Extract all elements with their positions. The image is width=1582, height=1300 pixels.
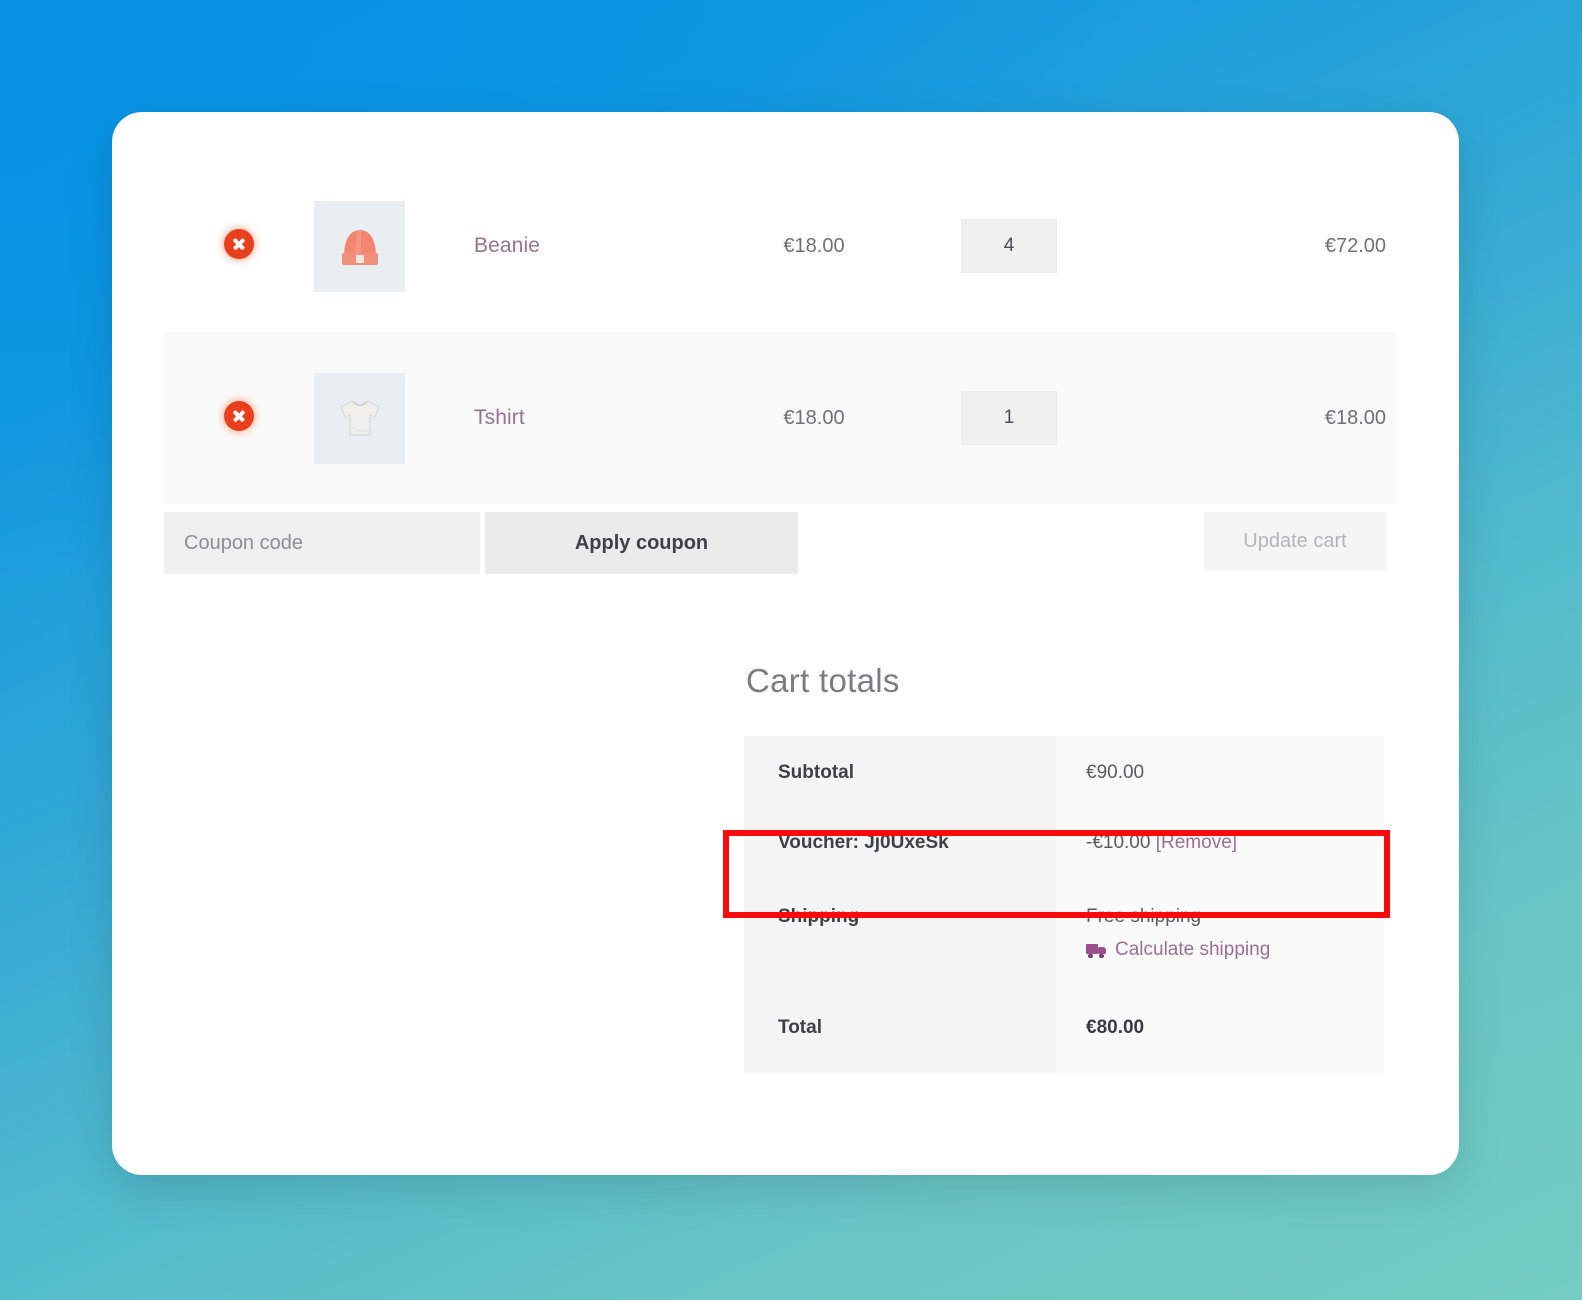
shipping-method: Free shipping — [1086, 906, 1202, 927]
voucher-row: Voucher: Jj0UxeSk -€10.00 [Remove] — [744, 806, 1384, 880]
total-label: Total — [744, 987, 1056, 1073]
shipping-row: Shipping Free shipping Calculate shippin… — [744, 880, 1384, 987]
remove-voucher-link[interactable]: [Remove] — [1156, 832, 1237, 853]
tshirt-thumbnail[interactable] — [314, 372, 405, 464]
quantity-cell: 4 — [904, 160, 1114, 332]
thumbnail-cell — [314, 160, 474, 332]
product-link[interactable]: Tshirt — [474, 406, 525, 429]
cart-totals-table: Subtotal €90.00 Voucher: Jj0UxeSk -€10.0… — [744, 736, 1384, 1073]
beanie-thumbnail[interactable] — [314, 200, 405, 292]
product-link[interactable]: Beanie — [474, 234, 540, 257]
line-subtotal: €72.00 — [1324, 234, 1386, 257]
cart-totals-section: Cart totals Subtotal €90.00 Voucher: Jj0… — [744, 662, 1384, 1073]
quantity-stepper[interactable]: 4 — [961, 219, 1057, 273]
cart-items-table: Beanie €18.00 4 €72.00 Tshirt €18.00 1 €… — [164, 160, 1396, 504]
tshirt-icon — [339, 400, 380, 436]
remove-cell — [164, 332, 314, 504]
update-cart-button[interactable]: Update cart — [1204, 512, 1386, 570]
quantity-cell: 1 — [904, 332, 1114, 504]
quantity-stepper[interactable]: 1 — [961, 391, 1057, 445]
apply-coupon-button[interactable]: Apply coupon — [485, 512, 798, 574]
product-name-cell: Tshirt — [474, 332, 724, 504]
subtotal-label: Subtotal — [744, 736, 1056, 806]
calculate-shipping-label: Calculate shipping — [1115, 939, 1271, 960]
voucher-amount: -€10.00 — [1086, 832, 1151, 853]
truck-icon — [1086, 942, 1107, 958]
shipping-label: Shipping — [744, 880, 1056, 987]
remove-item-icon[interactable] — [224, 228, 254, 259]
remove-item-icon[interactable] — [224, 400, 254, 431]
product-name-cell: Beanie — [474, 160, 724, 332]
product-price: €18.00 — [783, 234, 845, 257]
coupon-code-input[interactable] — [164, 512, 480, 574]
subtotal-value: €90.00 — [1056, 736, 1384, 806]
line-subtotal: €18.00 — [1324, 406, 1386, 429]
voucher-label: Voucher: Jj0UxeSk — [744, 806, 1056, 880]
coupon-bar: Apply coupon Update cart — [164, 512, 1386, 574]
beanie-icon — [341, 230, 378, 265]
thumbnail-cell — [314, 332, 474, 504]
order-total-row: Total €80.00 — [744, 987, 1384, 1073]
cart-totals-heading: Cart totals — [746, 662, 900, 699]
table-row: Beanie €18.00 4 €72.00 — [164, 160, 1396, 332]
product-price: €18.00 — [783, 406, 845, 429]
subtotal-row: Subtotal €90.00 — [744, 736, 1384, 806]
voucher-value-cell: -€10.00 [Remove] — [1056, 806, 1384, 880]
table-row: Tshirt €18.00 1 €18.00 — [164, 332, 1396, 504]
cart-card: Beanie €18.00 4 €72.00 Tshirt €18.00 1 €… — [112, 112, 1459, 1175]
total-value: €80.00 — [1056, 987, 1384, 1073]
remove-cell — [164, 160, 314, 332]
shipping-value-cell: Free shipping Calculate shipping — [1056, 880, 1384, 987]
calculate-shipping-link[interactable]: Calculate shipping — [1086, 939, 1384, 961]
